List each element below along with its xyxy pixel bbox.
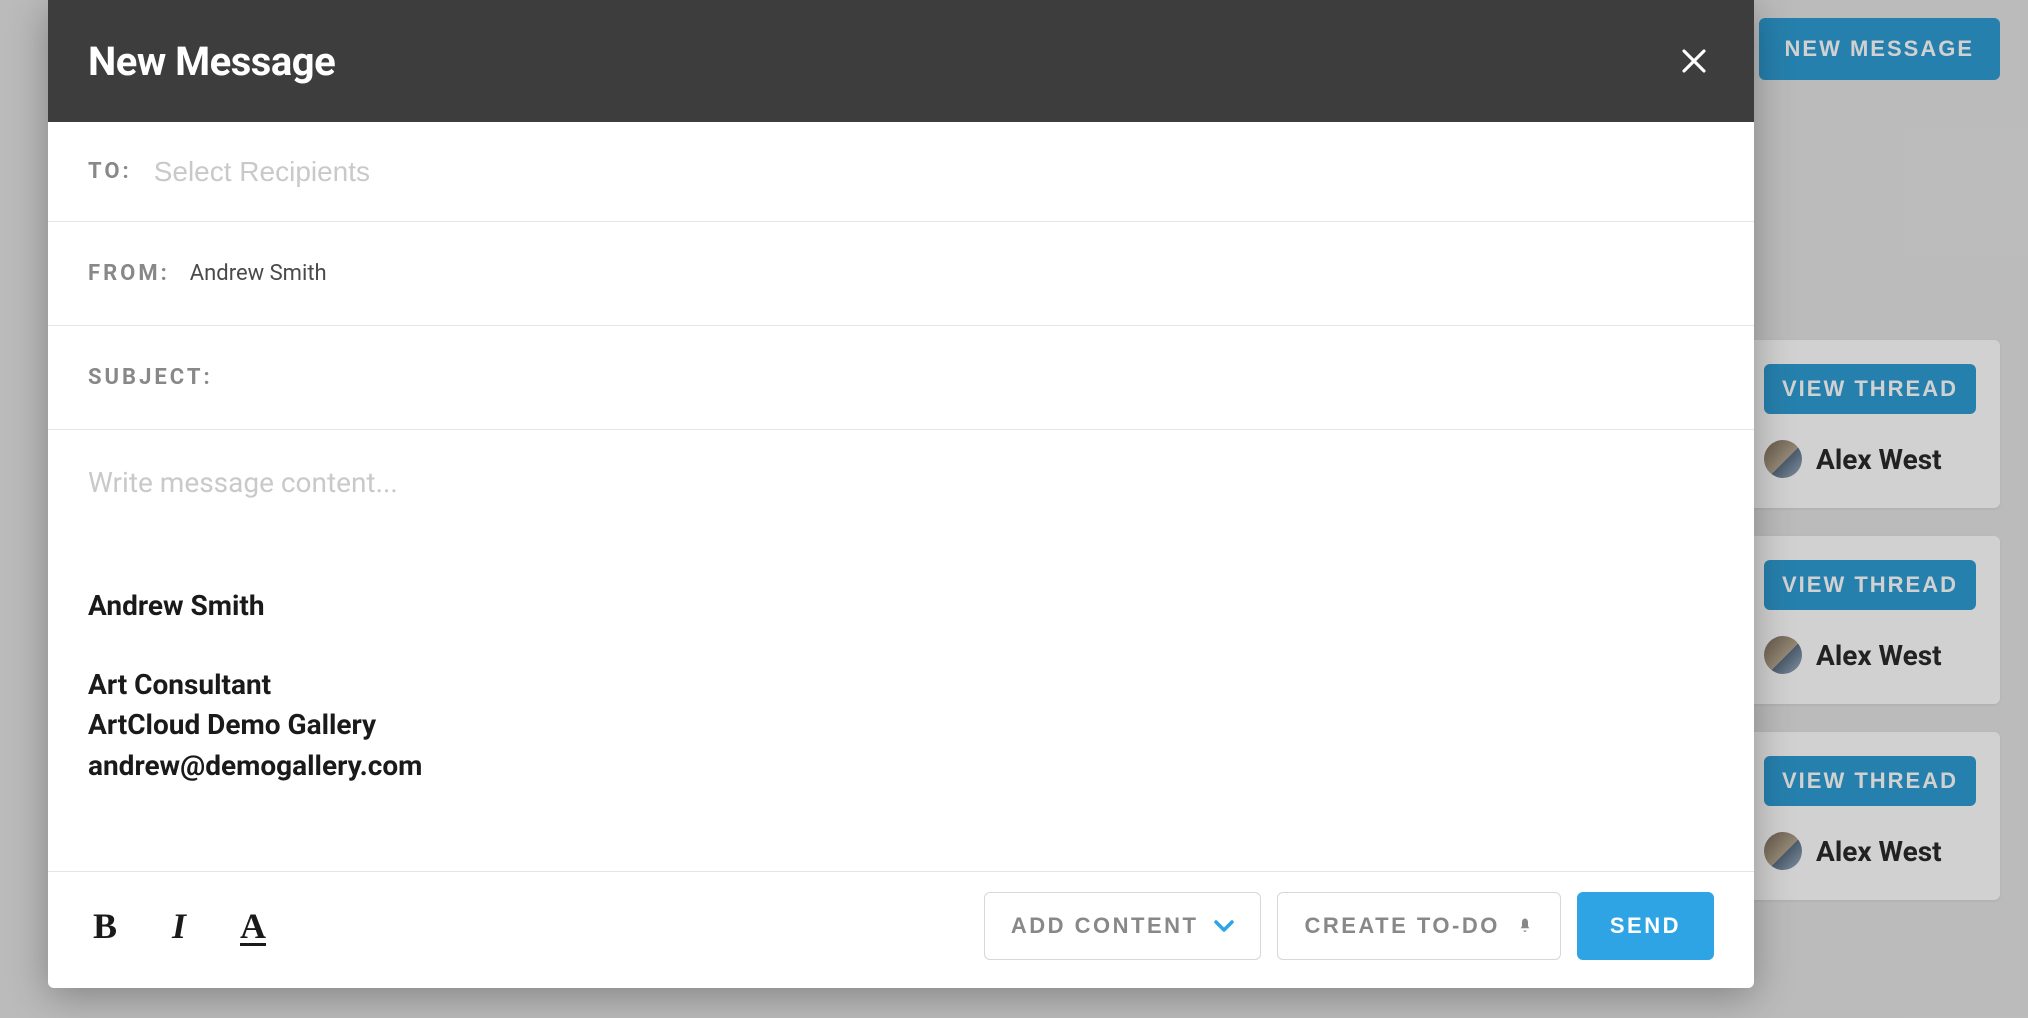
from-field-row: FROM: Andrew Smith	[48, 222, 1754, 326]
subject-field-row: SUBJECT:	[48, 326, 1754, 430]
signature-name: Andrew Smith	[88, 586, 1714, 627]
signature-email: andrew@demogallery.com	[88, 746, 1714, 787]
close-button[interactable]	[1674, 41, 1714, 81]
underline-button[interactable]: A	[236, 906, 270, 946]
add-content-label: ADD CONTENT	[1011, 913, 1199, 939]
close-icon	[1679, 46, 1709, 76]
subject-label: SUBJECT:	[88, 365, 213, 390]
signature-block: Andrew Smith Art Consultant ArtCloud Dem…	[88, 586, 1714, 786]
message-body-input[interactable]	[88, 466, 1714, 518]
modal-title: New Message	[88, 38, 335, 85]
send-label: SEND	[1610, 913, 1681, 939]
new-message-modal: New Message TO: FROM: Andrew Smith SUBJE…	[48, 0, 1754, 988]
signature-title: Art Consultant	[88, 665, 1714, 706]
bell-icon	[1516, 917, 1534, 935]
underline-icon: A	[240, 905, 266, 947]
italic-icon: I	[172, 905, 186, 947]
modal-header: New Message	[48, 0, 1754, 122]
modal-body: TO: FROM: Andrew Smith SUBJECT: Andrew S…	[48, 122, 1754, 988]
to-field-row: TO:	[48, 122, 1754, 222]
from-label: FROM:	[88, 261, 170, 286]
chevron-down-icon	[1214, 919, 1234, 933]
bold-button[interactable]: B	[88, 906, 122, 946]
message-editor[interactable]: Andrew Smith Art Consultant ArtCloud Dem…	[48, 430, 1754, 871]
create-todo-button[interactable]: CREATE TO-DO	[1277, 892, 1560, 960]
italic-button[interactable]: I	[162, 906, 196, 946]
send-button[interactable]: SEND	[1577, 892, 1714, 960]
add-content-button[interactable]: ADD CONTENT	[984, 892, 1262, 960]
modal-footer: B I A ADD CONTENT CREATE TO-DO	[48, 871, 1754, 988]
subject-input[interactable]	[233, 365, 1714, 391]
recipients-input[interactable]	[154, 156, 1714, 188]
bold-icon: B	[93, 905, 117, 947]
to-label: TO:	[88, 159, 132, 184]
footer-actions: ADD CONTENT CREATE TO-DO SEND	[984, 892, 1714, 960]
from-value: Andrew Smith	[190, 261, 327, 286]
create-todo-label: CREATE TO-DO	[1304, 913, 1499, 939]
signature-company: ArtCloud Demo Gallery	[88, 705, 1714, 746]
format-toolbar: B I A	[88, 906, 270, 946]
